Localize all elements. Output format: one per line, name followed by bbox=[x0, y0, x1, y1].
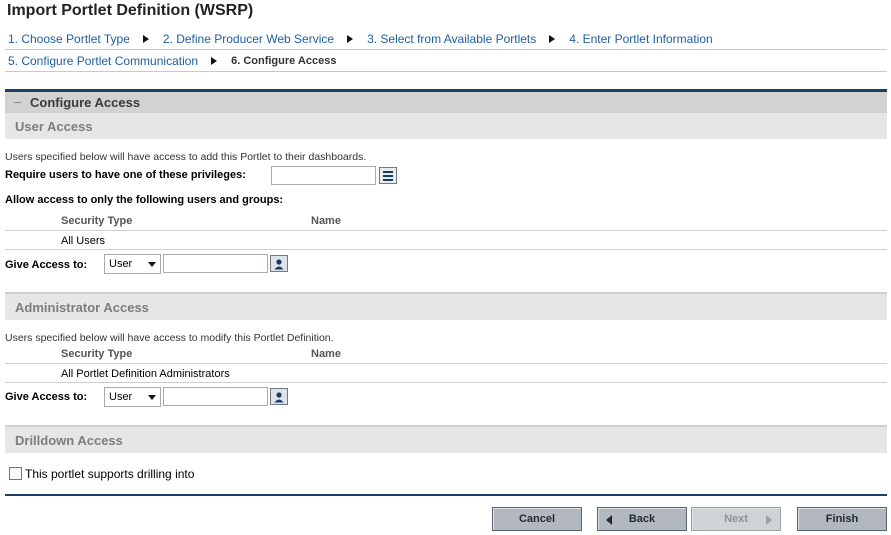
wizard-steps-row-2: 5. Configure Portlet Communication 6. Co… bbox=[5, 50, 887, 72]
give-access-label: Give Access to: bbox=[5, 259, 88, 271]
user-access-header: User Access bbox=[5, 113, 887, 139]
give-access-label: Give Access to: bbox=[5, 391, 88, 403]
wizard-step-define-producer[interactable]: 2. Define Producer Web Service bbox=[160, 32, 334, 46]
finish-button-label: Finish bbox=[825, 513, 859, 525]
admin-access-description: Users specified below will have access t… bbox=[5, 332, 334, 344]
give-access-user-input[interactable] bbox=[163, 254, 268, 273]
back-arrow-icon bbox=[606, 515, 612, 525]
wizard-step-select-portlets[interactable]: 3. Select from Available Portlets bbox=[364, 32, 536, 46]
give-access-type-value: User bbox=[109, 258, 133, 270]
panel-title: Configure Access bbox=[30, 95, 141, 110]
table-header-divider bbox=[5, 363, 887, 364]
column-security-type: Security Type bbox=[61, 348, 133, 360]
list-icon[interactable] bbox=[379, 167, 397, 184]
admin-access-header: Administrator Access bbox=[5, 294, 887, 320]
table-header-divider bbox=[5, 230, 887, 231]
column-name: Name bbox=[311, 348, 341, 360]
chevron-down-icon bbox=[148, 262, 156, 267]
wizard-steps-row-1: 1. Choose Portlet Type 2. Define Produce… bbox=[5, 28, 887, 50]
table-row-divider bbox=[5, 249, 887, 250]
footer-divider bbox=[5, 494, 887, 496]
give-access-type-value: User bbox=[109, 391, 133, 403]
back-button[interactable]: Back bbox=[597, 507, 687, 531]
step-arrow-icon bbox=[549, 34, 556, 43]
back-button-label: Back bbox=[628, 513, 656, 525]
table-row-security-type: All Users bbox=[61, 235, 106, 247]
wizard-step-current: 6. Configure Access bbox=[231, 54, 337, 67]
collapse-minus-icon[interactable] bbox=[14, 102, 21, 103]
page-title: Import Portlet Definition (WSRP) bbox=[7, 2, 254, 19]
give-access-type-select[interactable]: User bbox=[104, 254, 161, 274]
wizard-step-enter-portlet-info[interactable]: 4. Enter Portlet Information bbox=[566, 32, 712, 46]
next-arrow-icon bbox=[766, 515, 772, 525]
column-name: Name bbox=[311, 215, 341, 227]
finish-button[interactable]: Finish bbox=[797, 507, 887, 531]
user-picker-icon[interactable] bbox=[270, 388, 288, 405]
next-button-label: Next bbox=[724, 513, 748, 525]
step-arrow-icon bbox=[347, 34, 354, 43]
user-access-description: Users specified below will have access t… bbox=[5, 151, 367, 163]
drilldown-checkbox[interactable] bbox=[9, 467, 22, 480]
allow-access-label: Allow access to only the following users… bbox=[5, 194, 284, 206]
cancel-button[interactable]: Cancel bbox=[492, 507, 582, 531]
panel-header: Configure Access bbox=[5, 92, 887, 113]
next-button[interactable]: Next bbox=[691, 507, 781, 531]
admin-give-access-type-select[interactable]: User bbox=[104, 387, 161, 407]
wizard-step-choose-portlet-type[interactable]: 1. Choose Portlet Type bbox=[5, 32, 130, 46]
privileges-label: Require users to have one of these privi… bbox=[5, 169, 246, 181]
cancel-button-label: Cancel bbox=[518, 513, 556, 525]
drilldown-access-header: Drilldown Access bbox=[5, 427, 887, 453]
user-picker-icon[interactable] bbox=[270, 255, 288, 272]
admin-give-access-user-input[interactable] bbox=[163, 387, 268, 406]
step-arrow-icon bbox=[211, 56, 218, 65]
drilldown-checkbox-label[interactable]: This portlet supports drilling into bbox=[25, 467, 194, 481]
table-row-security-type: All Portlet Definition Administrators bbox=[61, 368, 230, 380]
privileges-input[interactable] bbox=[271, 166, 376, 185]
column-security-type: Security Type bbox=[61, 215, 133, 227]
step-arrow-icon bbox=[142, 34, 149, 43]
wizard-step-configure-communication[interactable]: 5. Configure Portlet Communication bbox=[5, 54, 198, 68]
chevron-down-icon bbox=[148, 395, 156, 400]
table-row-divider bbox=[5, 382, 887, 383]
